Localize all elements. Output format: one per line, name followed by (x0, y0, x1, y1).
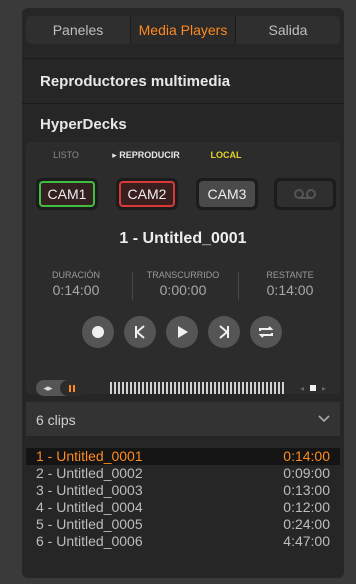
remaining-label: RESTANTE (266, 270, 314, 280)
skip-forward-icon (219, 325, 229, 339)
record-icon (92, 326, 104, 338)
duration-label: DURACIÓN (51, 270, 100, 280)
loop-icon (258, 326, 274, 338)
clip-duration: 0:12:00 (283, 499, 330, 515)
remaining-block: RESTANTE 0:14:00 (240, 270, 340, 298)
tab-paneles[interactable]: Paneles (26, 16, 131, 44)
cam1-button[interactable]: CAM1 (36, 178, 98, 210)
shuttle-left-icon: ◂ (300, 383, 305, 393)
media-players-header[interactable]: Reproductores multimedia (40, 73, 230, 90)
cam3-label: CAM3 (207, 186, 247, 202)
clip-name: 4 - Untitled_0004 (36, 499, 143, 515)
clip-duration: 4:47:00 (283, 533, 330, 549)
clip-duration: 0:13:00 (283, 482, 330, 498)
jog-icon: ◂▸ (43, 382, 53, 393)
clip-name: 6 - Untitled_0006 (36, 533, 143, 549)
play-button[interactable] (166, 316, 198, 348)
clip-list: 1 - Untitled_0001 0:14:00 2 - Untitled_0… (26, 448, 340, 550)
tape-button[interactable] (274, 178, 336, 210)
tape-icon (294, 189, 316, 199)
clip-row[interactable]: 2 - Untitled_0002 0:09:00 (26, 465, 340, 482)
elapsed-label: TRANSCURRIDO (146, 270, 220, 280)
jog-shuttle-toggle[interactable]: ◂▸ (36, 380, 84, 396)
clip-row[interactable]: 1 - Untitled_0001 0:14:00 (26, 448, 340, 465)
clip-name: 1 - Untitled_0001 (36, 448, 143, 464)
divider (22, 103, 344, 104)
divider (22, 58, 344, 59)
elapsed-value: 0:00:00 (159, 282, 207, 298)
cam2-label: CAM2 (127, 186, 167, 202)
hyperdeck-panel: Paneles Media Players Salida Reproductor… (22, 8, 344, 578)
clip-name: 3 - Untitled_0003 (36, 482, 143, 498)
clip-name: 2 - Untitled_0002 (36, 465, 143, 481)
duration-value: 0:14:00 (52, 282, 100, 298)
hyperdecks-header[interactable]: HyperDecks (40, 116, 127, 133)
clip-row[interactable]: 3 - Untitled_0003 0:13:00 (26, 482, 340, 499)
shuttle-right-icon: ▸ (321, 383, 326, 393)
clip-duration: 0:09:00 (283, 465, 330, 481)
chevron-down-icon (318, 415, 330, 423)
loop-button[interactable] (250, 316, 282, 348)
clips-dropdown[interactable]: 6 clips (26, 402, 340, 436)
duration-block: DURACIÓN 0:14:00 (26, 270, 126, 298)
tab-salida[interactable]: Salida (236, 16, 340, 44)
clip-name: 5 - Untitled_0005 (36, 516, 143, 532)
cam1-label: CAM1 (47, 186, 87, 202)
clip-duration: 0:14:00 (283, 448, 330, 464)
next-clip-button[interactable] (208, 316, 240, 348)
elapsed-block: TRANSCURRIDO 0:00:00 (133, 270, 233, 298)
jog-scrubber[interactable] (110, 382, 286, 394)
shuttle-icon (60, 380, 84, 396)
play-icon (178, 326, 188, 338)
tab-media-players[interactable]: Media Players (131, 16, 236, 44)
clip-row[interactable]: 6 - Untitled_0006 4:47:00 (26, 533, 340, 550)
hyperdeck-control-panel: LISTO ▸ REPRODUCIR LOCAL CAM1 CAM2 CAM3 (26, 142, 340, 394)
tab-bar: Paneles Media Players Salida (26, 16, 340, 44)
current-clip-name: 1 - Untitled_0001 (119, 230, 247, 247)
status-reproducir: ▸ REPRODUCIR (112, 150, 180, 160)
remaining-value: 0:14:00 (266, 282, 314, 298)
shuttle-marker (310, 385, 316, 391)
status-local: LOCAL (210, 150, 242, 160)
cam2-button[interactable]: CAM2 (116, 178, 178, 210)
clips-count: 6 clips (36, 412, 76, 428)
clip-row[interactable]: 4 - Untitled_0004 0:12:00 (26, 499, 340, 516)
cam3-button[interactable]: CAM3 (196, 178, 258, 210)
previous-clip-button[interactable] (124, 316, 156, 348)
jog-shuttle-bar: ◂▸ ◂ ▸ (26, 374, 340, 402)
status-listo: LISTO (53, 150, 79, 160)
clip-duration: 0:24:00 (283, 516, 330, 532)
clip-row[interactable]: 5 - Untitled_0005 0:24:00 (26, 516, 340, 533)
record-button[interactable] (82, 316, 114, 348)
skip-back-icon (135, 325, 145, 339)
timecode-separator (238, 272, 239, 300)
shuttle-position[interactable]: ◂ ▸ (300, 382, 326, 394)
